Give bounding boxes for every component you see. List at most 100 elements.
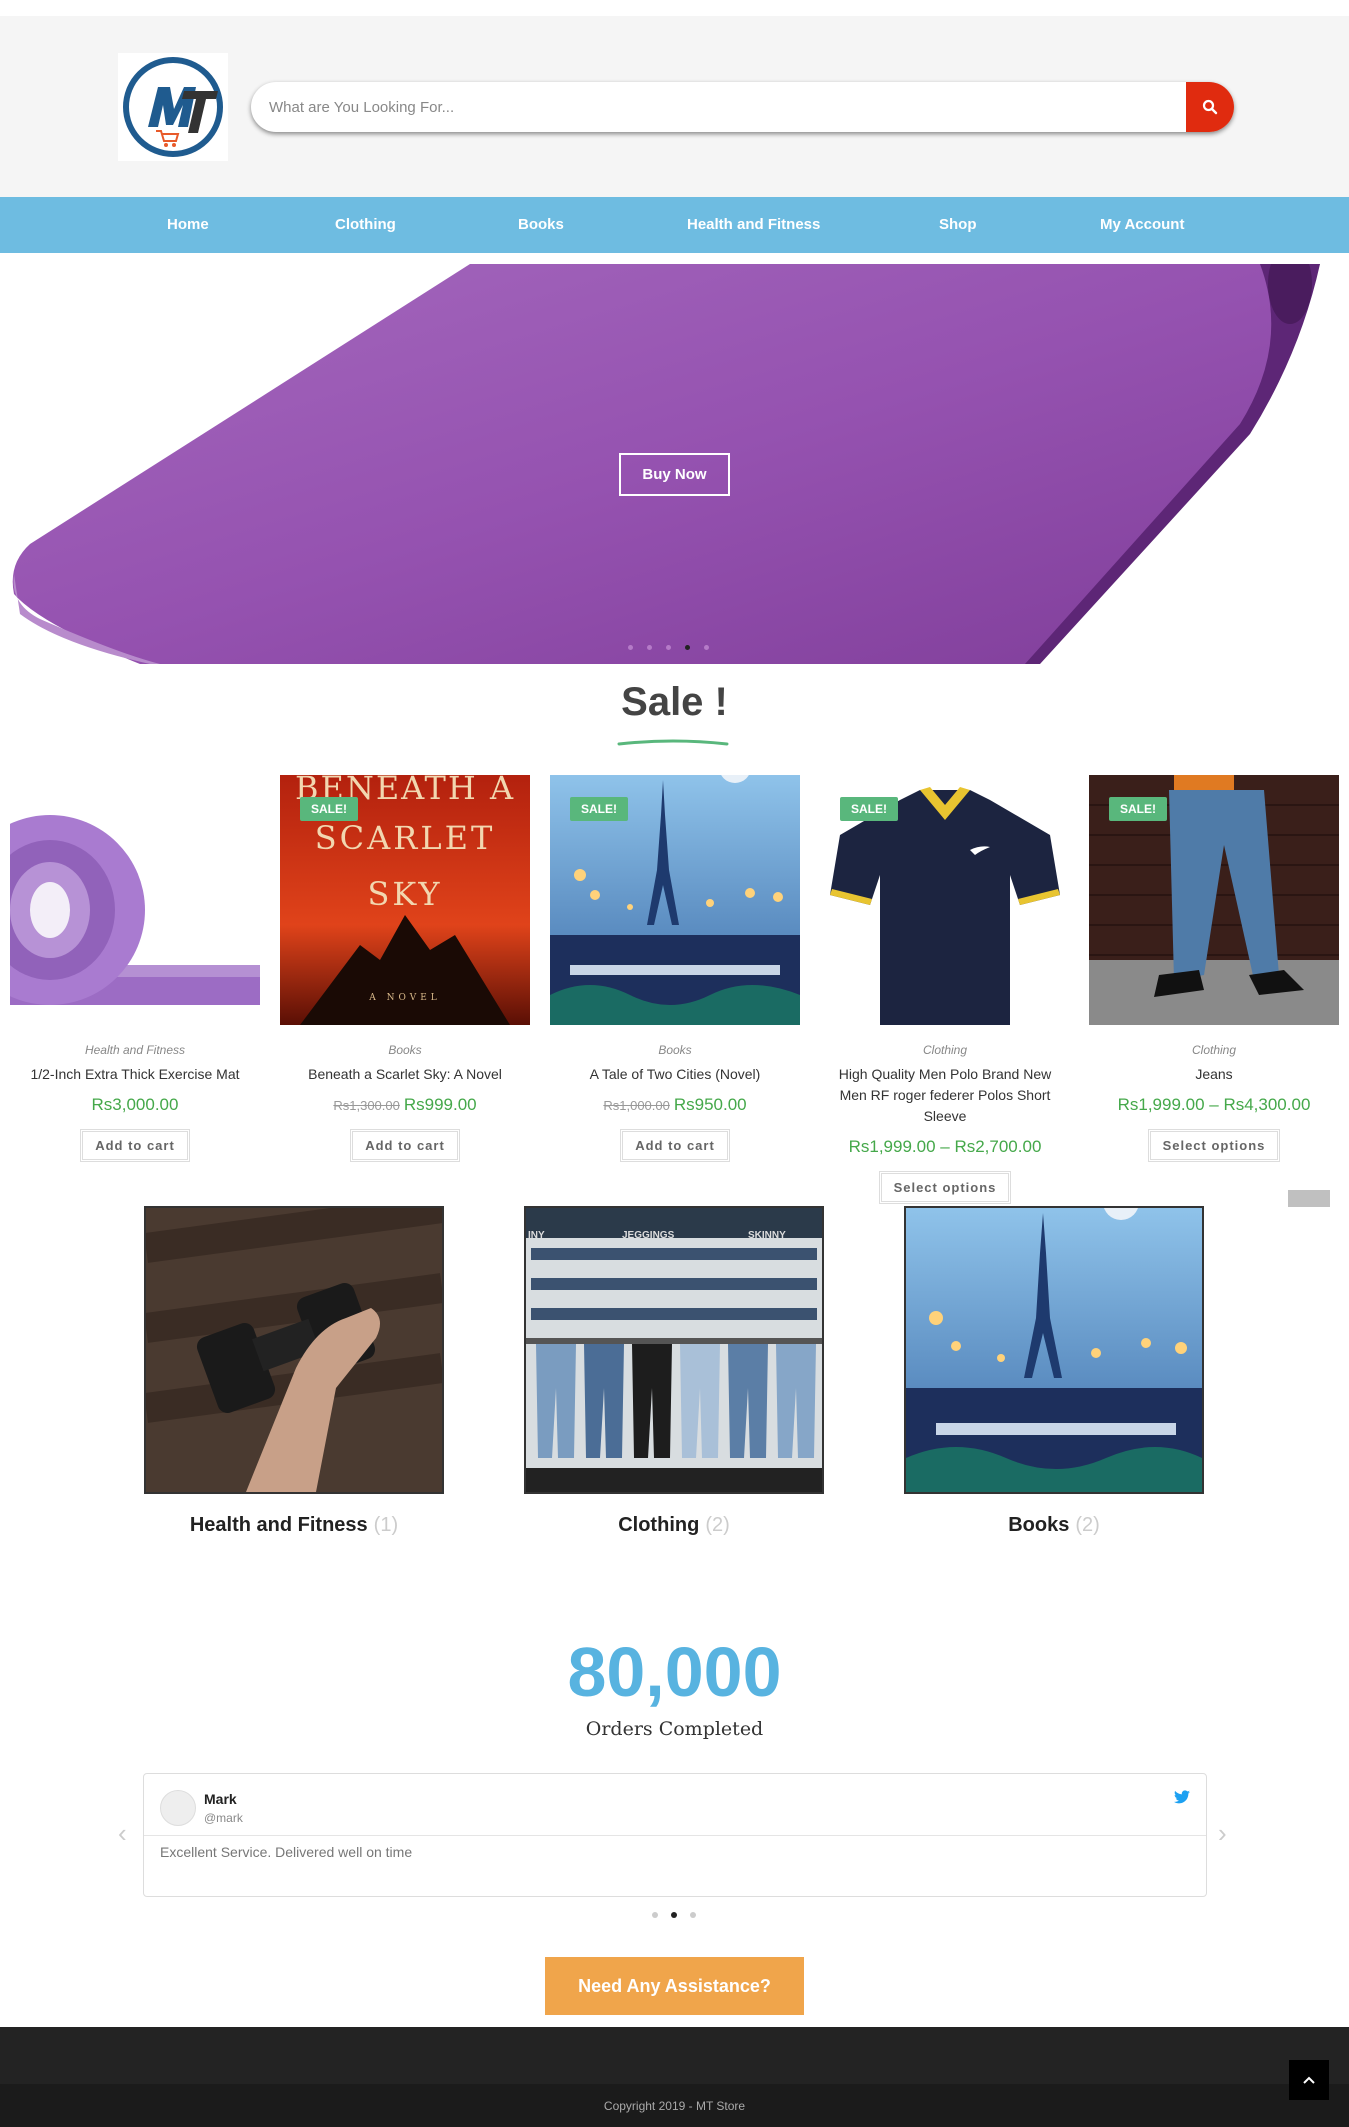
store-sign: SKINNY bbox=[748, 1230, 786, 1241]
product-name[interactable]: A Tale of Two Cities (Novel) bbox=[550, 1064, 800, 1085]
select-options-button[interactable]: Select options bbox=[1147, 1129, 1281, 1162]
price-current: Rs950.00 bbox=[673, 1095, 747, 1114]
product-category[interactable]: Clothing bbox=[820, 1043, 1070, 1057]
sale-badge: SALE! bbox=[300, 797, 358, 821]
slide-dot[interactable] bbox=[690, 1912, 696, 1918]
slide-dot[interactable] bbox=[704, 645, 709, 650]
product-name[interactable]: Jeans bbox=[1089, 1064, 1339, 1085]
category-name: Clothing bbox=[618, 1514, 700, 1536]
nav-item-home[interactable]: Home bbox=[167, 197, 209, 253]
slide-dot[interactable] bbox=[647, 645, 652, 650]
category-card[interactable]: Health and Fitness (1) bbox=[144, 1206, 444, 1537]
nav-item-books[interactable]: Books bbox=[518, 197, 564, 253]
book-cover-title: SKY bbox=[367, 875, 443, 913]
product-image[interactable]: SALE! bbox=[1089, 775, 1339, 1025]
twitter-icon[interactable] bbox=[1174, 1790, 1190, 1804]
slide-dot-active[interactable] bbox=[685, 645, 690, 650]
sale-badge: SALE! bbox=[570, 797, 628, 821]
copyright-text: Copyright 2019 - MT Store bbox=[603, 2099, 746, 2113]
price-current: Rs1,999.00 – Rs4,300.00 bbox=[1117, 1095, 1311, 1114]
product-price: Rs1,999.00 – Rs4,300.00 bbox=[1089, 1095, 1339, 1115]
search-input[interactable] bbox=[269, 82, 1169, 132]
product-name[interactable]: Beneath a Scarlet Sky: A Novel bbox=[280, 1064, 530, 1085]
product-name[interactable]: High Quality Men Polo Brand New Men RF r… bbox=[820, 1064, 1070, 1127]
sale-badge: SALE! bbox=[840, 797, 898, 821]
category-image[interactable] bbox=[904, 1206, 1204, 1494]
product-card: Health and Fitness 1/2-Inch Extra Thick … bbox=[10, 775, 260, 1162]
nav-item-my-account[interactable]: My Account bbox=[1100, 197, 1184, 253]
site-logo[interactable] bbox=[118, 53, 228, 161]
product-image[interactable]: SALE! bbox=[820, 775, 1070, 1025]
product-category[interactable]: Books bbox=[550, 1043, 800, 1057]
testimonial-dots bbox=[652, 1912, 696, 1918]
category-count: (1) bbox=[373, 1514, 399, 1536]
category-card[interactable]: Books (2) bbox=[904, 1206, 1204, 1537]
category-card[interactable]: INY JEGGINGS SKINNY Clothing (2) bbox=[524, 1206, 824, 1537]
category-title[interactable]: Clothing (2) bbox=[524, 1514, 824, 1537]
testimonial-card: Mark @mark Excellent Service. Delivered … bbox=[143, 1773, 1207, 1897]
testimonial-author-handle[interactable]: @mark bbox=[204, 1811, 243, 1825]
slider-scroll-handle[interactable] bbox=[1288, 1190, 1330, 1207]
search-button[interactable] bbox=[1186, 82, 1234, 132]
nav-item-clothing[interactable]: Clothing bbox=[335, 197, 396, 253]
orders-counter-label: Orders Completed bbox=[585, 1718, 764, 1740]
slide-dot[interactable] bbox=[628, 645, 633, 650]
category-image[interactable] bbox=[144, 1206, 444, 1494]
add-to-cart-button[interactable]: Add to cart bbox=[350, 1129, 460, 1162]
back-to-top-button[interactable] bbox=[1289, 2060, 1329, 2100]
orders-counter-value: 80,000 bbox=[567, 1633, 782, 1711]
product-image[interactable]: SALE! bbox=[550, 775, 800, 1025]
testimonial-text: Excellent Service. Delivered well on tim… bbox=[160, 1844, 413, 1860]
product-name[interactable]: 1/2-Inch Extra Thick Exercise Mat bbox=[10, 1064, 260, 1085]
site-header bbox=[0, 16, 1349, 197]
site-footer: Copyright 2019 - MT Store bbox=[0, 2027, 1349, 2127]
hero-slide-dots bbox=[628, 645, 709, 650]
search-bar bbox=[251, 82, 1234, 132]
slide-dot-active[interactable] bbox=[671, 1912, 677, 1918]
title-underline bbox=[617, 739, 729, 746]
sale-badge: SALE! bbox=[1109, 797, 1167, 821]
next-arrow-icon[interactable]: › bbox=[1218, 1818, 1227, 1849]
add-to-cart-button[interactable]: Add to cart bbox=[620, 1129, 730, 1162]
category-name: Health and Fitness bbox=[189, 1514, 368, 1536]
product-price: Rs3,000.00 bbox=[10, 1095, 260, 1115]
logo-icon bbox=[123, 57, 223, 157]
chevron-up-icon bbox=[1303, 2076, 1315, 2084]
dumbbell-image bbox=[146, 1208, 442, 1492]
nav-item-shop[interactable]: Shop bbox=[939, 197, 977, 253]
top-strip bbox=[0, 0, 1349, 16]
add-to-cart-button[interactable]: Add to cart bbox=[80, 1129, 190, 1162]
price-current: Rs999.00 bbox=[403, 1095, 477, 1114]
category-count: (2) bbox=[705, 1514, 730, 1536]
product-image[interactable] bbox=[10, 775, 260, 1025]
category-image[interactable]: INY JEGGINGS SKINNY bbox=[524, 1206, 824, 1494]
eiffel-tower-image bbox=[906, 1208, 1202, 1492]
slide-dot[interactable] bbox=[652, 1912, 658, 1918]
product-category[interactable]: Clothing bbox=[1089, 1043, 1339, 1057]
product-card: SALE! Clothing Jeans Rs1,999.00 – Rs4,30… bbox=[1089, 775, 1339, 1162]
need-assistance-button[interactable]: Need Any Assistance? bbox=[545, 1957, 804, 2015]
testimonial-author-name: Mark bbox=[204, 1791, 237, 1807]
product-card: SALE! Books A Tale of Two Cities (Novel)… bbox=[550, 775, 800, 1162]
main-nav: Home Clothing Books Health and Fitness S… bbox=[0, 197, 1349, 253]
select-options-button[interactable]: Select options bbox=[878, 1171, 1012, 1204]
slide-dot[interactable] bbox=[666, 645, 671, 650]
product-category[interactable]: Books bbox=[280, 1043, 530, 1057]
product-category[interactable]: Health and Fitness bbox=[10, 1043, 260, 1057]
category-title[interactable]: Books (2) bbox=[904, 1514, 1204, 1537]
clothing-store-image bbox=[526, 1208, 822, 1492]
product-image[interactable]: BENEATH A SCARLET SKY A NOVEL SALE! bbox=[280, 775, 530, 1025]
category-name: Books bbox=[1008, 1514, 1070, 1536]
category-title[interactable]: Health and Fitness (1) bbox=[144, 1514, 444, 1537]
divider bbox=[144, 1835, 1206, 1836]
category-count: (2) bbox=[1075, 1514, 1100, 1536]
price-old: Rs1,300.00 bbox=[333, 1098, 400, 1113]
avatar bbox=[160, 1790, 196, 1826]
search-icon bbox=[1202, 99, 1218, 115]
buy-now-button[interactable]: Buy Now bbox=[619, 453, 730, 496]
nav-item-health-and-fitness[interactable]: Health and Fitness bbox=[687, 197, 820, 253]
prev-arrow-icon[interactable]: ‹ bbox=[118, 1818, 127, 1849]
product-card: BENEATH A SCARLET SKY A NOVEL SALE! Book… bbox=[280, 775, 530, 1162]
hero-slider: Buy Now bbox=[0, 264, 1349, 664]
sale-section-title: Sale ! bbox=[621, 680, 728, 724]
